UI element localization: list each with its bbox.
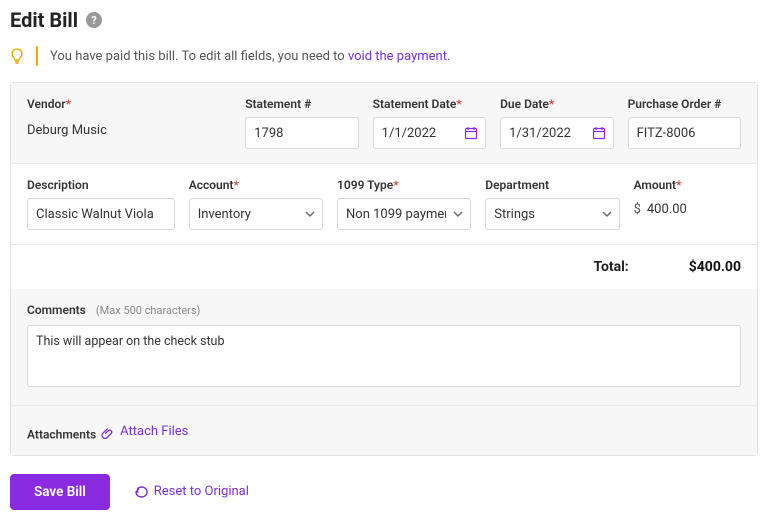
po-input[interactable] — [628, 117, 741, 149]
attach-files-link[interactable]: Attach Files — [100, 424, 188, 439]
statement-date-field: Statement Date* — [373, 97, 486, 149]
attach-files-text: Attach Files — [120, 424, 188, 439]
department-field: Department — [485, 178, 619, 230]
type-1099-select[interactable] — [337, 198, 471, 230]
description-field: Description — [27, 178, 175, 230]
vendor-value: Deburg Music — [27, 117, 231, 138]
banner-text-suffix: . — [447, 49, 450, 64]
link-icon — [100, 425, 114, 439]
amount-label: Amount* — [634, 178, 741, 192]
amount-value: 400.00 — [647, 202, 687, 217]
description-input[interactable] — [27, 198, 175, 230]
total-row: Total: $400.00 — [11, 245, 757, 289]
bill-header-section: Vendor* Deburg Music Statement # Stateme… — [11, 83, 757, 164]
total-value: $400.00 — [689, 259, 741, 275]
statement-no-label: Statement # — [245, 97, 358, 111]
reset-button[interactable]: Reset to Original — [134, 484, 249, 499]
statement-no-input[interactable] — [245, 117, 358, 149]
statement-date-input[interactable] — [373, 117, 486, 149]
save-bill-button[interactable]: Save Bill — [10, 474, 110, 510]
help-icon[interactable]: ? — [86, 12, 102, 28]
info-banner: You have paid this bill. To edit all fie… — [10, 46, 758, 66]
attachments-section: Attachments Attach Files — [11, 406, 757, 455]
page-header: Edit Bill ? — [10, 8, 758, 32]
vendor-label: Vendor* — [27, 97, 231, 111]
reset-text: Reset to Original — [154, 484, 249, 499]
account-select[interactable] — [189, 198, 323, 230]
statement-date-label: Statement Date* — [373, 97, 486, 111]
due-date-label: Due Date* — [500, 97, 613, 111]
amount-currency: $ — [634, 202, 641, 217]
line-item-section: Description Account* 1099 Type* Departme… — [11, 164, 757, 245]
attachments-label: Attachments — [27, 428, 96, 442]
due-date-field: Due Date* — [500, 97, 613, 149]
statement-no-field: Statement # — [245, 97, 358, 149]
undo-icon — [134, 486, 148, 498]
comments-input[interactable] — [27, 325, 741, 387]
due-date-input[interactable] — [500, 117, 613, 149]
banner-text: You have paid this bill. To edit all fie… — [50, 49, 450, 64]
banner-divider — [36, 46, 38, 66]
comments-section: Comments (Max 500 characters) — [11, 289, 757, 406]
account-field: Account* — [189, 178, 323, 230]
footer-actions: Save Bill Reset to Original — [10, 474, 758, 510]
vendor-field: Vendor* Deburg Music — [27, 97, 231, 149]
lightbulb-icon — [10, 48, 24, 64]
total-label: Total: — [593, 259, 628, 275]
comments-label: Comments — [27, 303, 86, 317]
po-field: Purchase Order # — [628, 97, 741, 149]
void-payment-link[interactable]: void the payment — [348, 49, 447, 64]
type-1099-label: 1099 Type* — [337, 178, 471, 192]
banner-text-prefix: You have paid this bill. To edit all fie… — [50, 49, 348, 64]
page-title: Edit Bill — [10, 8, 78, 32]
po-label: Purchase Order # — [628, 97, 741, 111]
department-select[interactable] — [485, 198, 619, 230]
comments-hint: (Max 500 characters) — [96, 304, 201, 317]
department-label: Department — [485, 178, 619, 192]
description-label: Description — [27, 178, 175, 192]
type-1099-field: 1099 Type* — [337, 178, 471, 230]
bill-card: Vendor* Deburg Music Statement # Stateme… — [10, 82, 758, 456]
amount-value-wrap: $ 400.00 — [634, 198, 741, 217]
account-label: Account* — [189, 178, 323, 192]
amount-field: Amount* $ 400.00 — [634, 178, 741, 230]
